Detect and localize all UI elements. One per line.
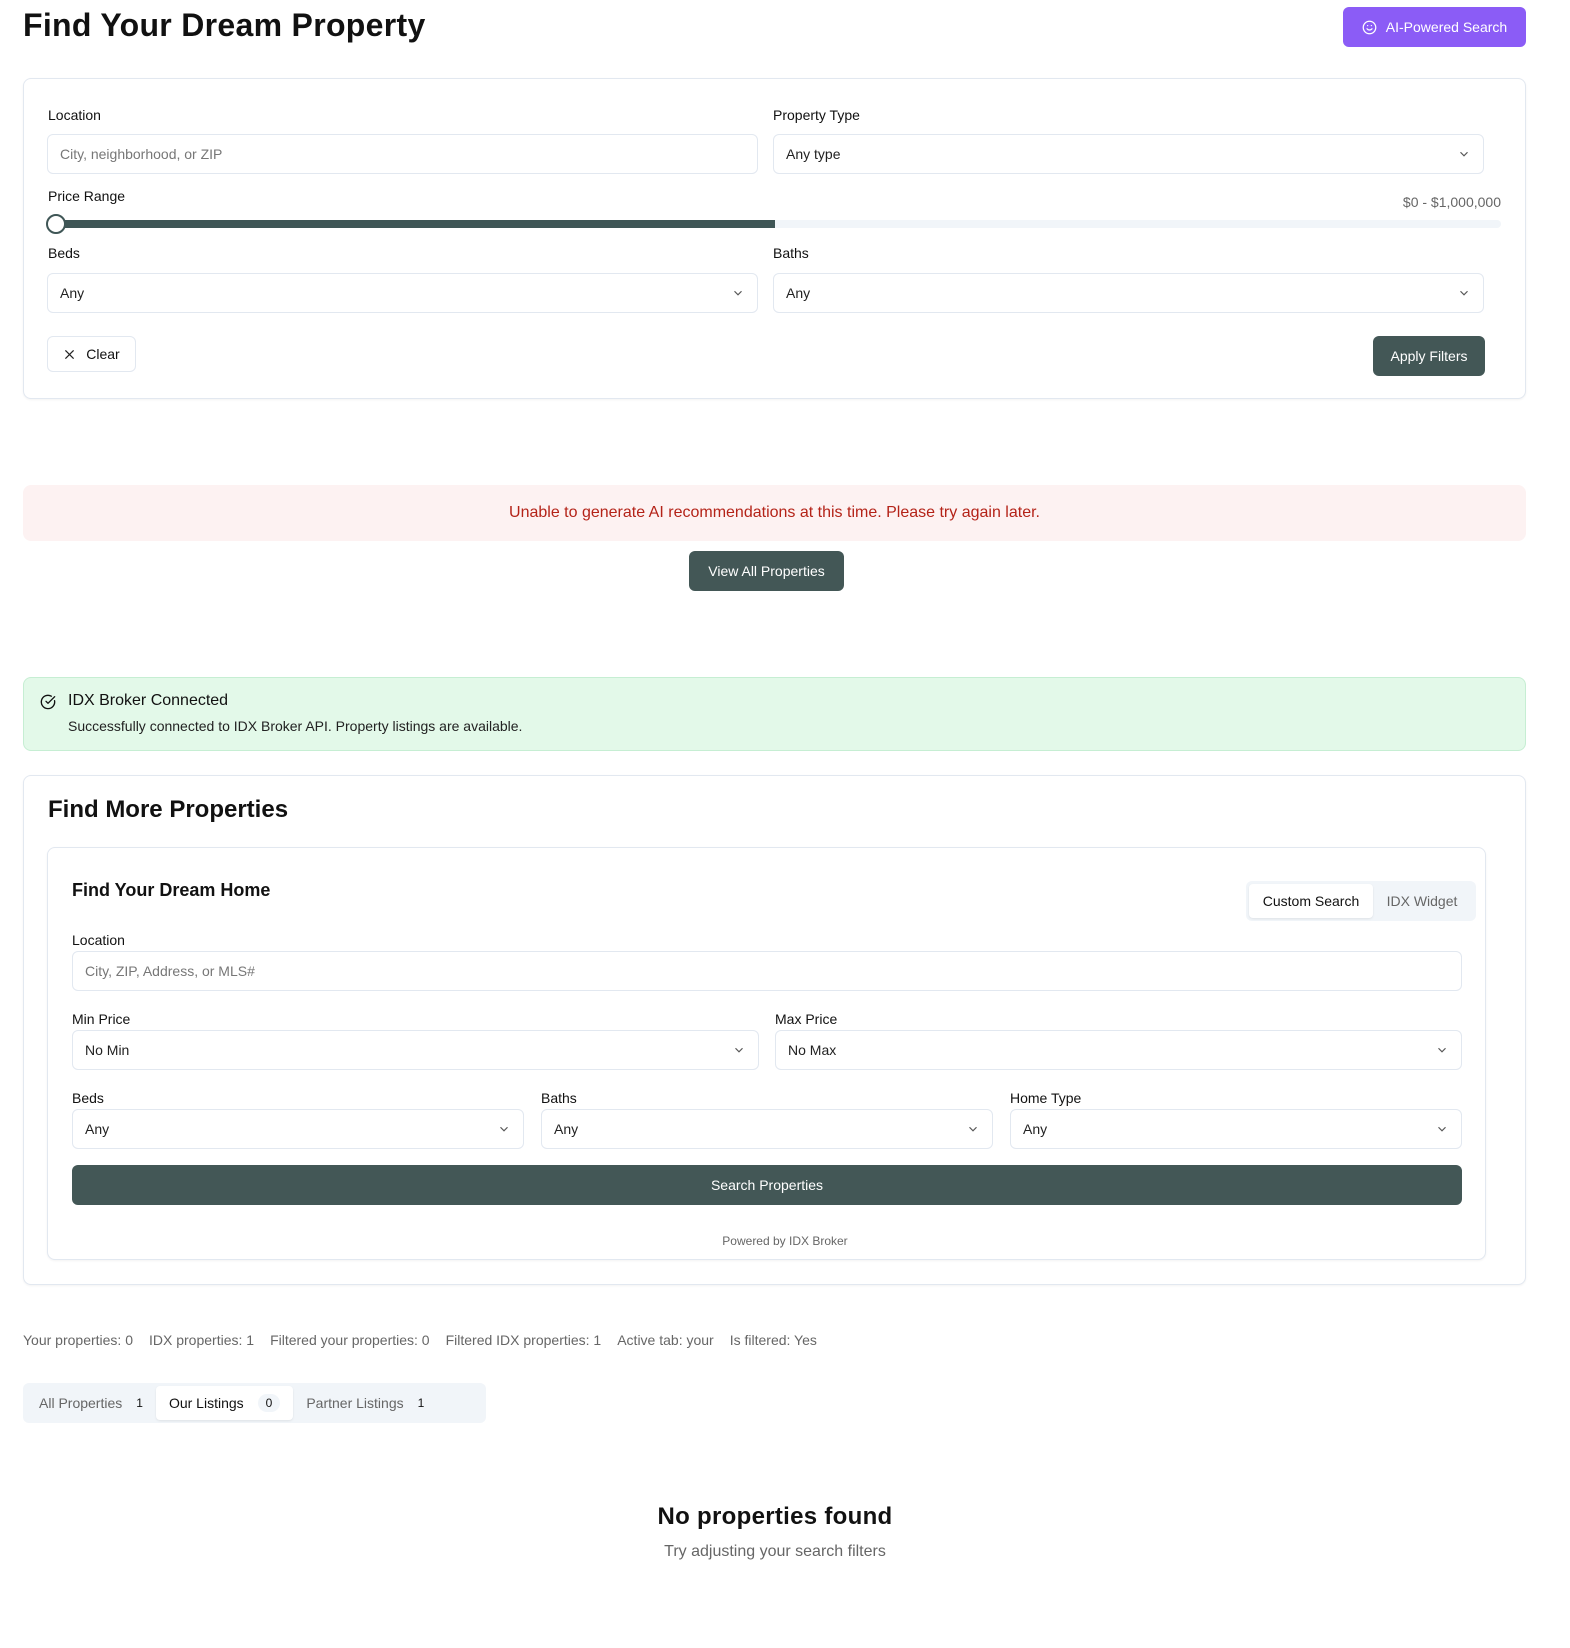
home-type-select[interactable]: Any [1010,1109,1462,1149]
idx-connected-alert: IDX Broker Connected Successfully connec… [23,677,1526,751]
beds-select[interactable]: Any [47,273,758,313]
clear-button[interactable]: Clear [47,336,136,372]
ai-error-message: Unable to generate AI recommendations at… [509,504,1040,521]
tab-label: Our Listings [168,1395,244,1411]
min-price-label: Min Price [72,1011,131,1027]
idx-beds-select[interactable]: Any [72,1109,524,1149]
find-more-title: Find More Properties [48,796,289,823]
idx-status-title: IDX Broker Connected [68,692,229,709]
baths-value: Any [786,285,811,301]
idx-location-input[interactable]: City, ZIP, Address, or MLS# [72,951,1462,991]
tab-count-badge: 0 [257,1394,281,1412]
home-type-label: Home Type [1010,1090,1082,1106]
tab-label: Partner Listings [306,1395,404,1411]
idx-beds-label: Beds [72,1090,104,1106]
min-price-select[interactable]: No Min [72,1030,759,1070]
beds-label: Beds [48,245,80,261]
tab-label: All Properties [39,1395,123,1411]
tab-all-properties[interactable]: All Properties 1 [26,1386,156,1420]
baths-label: Baths [773,245,809,261]
home-type-value: Any [1023,1121,1048,1137]
max-price-value: No Max [788,1042,837,1058]
property-type-select[interactable]: Any type [773,134,1484,174]
close-icon [65,349,75,359]
chevron-down-icon [1438,1047,1446,1053]
property-type-label: Property Type [773,107,860,123]
tab-partner-listings[interactable]: Partner Listings 1 [293,1386,437,1420]
chevron-down-icon [969,1126,977,1132]
price-range-value: $0 - $1,000,000 [1402,194,1501,210]
page-title: Find Your Dream Property [23,7,426,43]
tab-count-badge: 1 [417,1396,425,1410]
tab-our-listings[interactable]: Our Listings 0 [155,1386,294,1420]
empty-state-subtitle: Try adjusting your search filters [664,1543,886,1560]
idx-location-label: Location [72,932,125,948]
max-price-select[interactable]: No Max [775,1030,1462,1070]
min-price-value: No Min [85,1042,130,1058]
price-range-slider[interactable] [46,214,1501,234]
max-price-label: Max Price [775,1011,838,1027]
ai-error-alert: Unable to generate AI recommendations at… [23,485,1526,541]
stat-item: Your properties: 0 [23,1332,133,1348]
search-mode-toggle: Custom Search IDX Widget [1246,881,1476,921]
check-circle-icon [40,694,56,710]
chevron-down-icon [1438,1126,1446,1132]
filter-card [23,78,1526,399]
debug-stats: Your properties: 0 IDX properties: 1 Fil… [23,1332,817,1348]
tab-idx-widget[interactable]: IDX Widget [1373,884,1471,918]
idx-baths-value: Any [554,1121,579,1137]
location-label: Location [48,107,101,123]
chevron-down-icon [1460,151,1468,157]
chevron-down-icon [735,1047,743,1053]
stat-item: Filtered your properties: 0 [270,1332,430,1348]
location-input[interactable]: City, neighborhood, or ZIP [47,134,758,174]
view-all-properties-button[interactable]: View All Properties [689,551,844,591]
stat-item: IDX properties: 1 [149,1332,255,1348]
tab-count-badge: 1 [136,1396,143,1410]
apply-filters-button[interactable]: Apply Filters [1373,336,1485,376]
clear-label: Clear [86,346,120,362]
powered-by-text: Powered by IDX Broker [722,1234,848,1248]
baths-select[interactable]: Any [773,273,1484,313]
stat-item: Active tab: your [617,1332,714,1348]
empty-state-title: No properties found [657,1503,893,1530]
smile-icon [1362,20,1377,34]
idx-baths-label: Baths [541,1090,577,1106]
chevron-down-icon [734,290,742,296]
chevron-down-icon [1460,290,1468,296]
idx-status-description: Successfully connected to IDX Broker API… [68,718,523,734]
price-range-label: Price Range [48,188,126,204]
stat-item: Is filtered: Yes [729,1332,817,1348]
property-type-value: Any type [786,146,841,162]
slider-fill [48,220,775,228]
slider-thumb[interactable] [46,214,66,234]
ai-button-label: AI-Powered Search [1385,19,1508,35]
idx-beds-value: Any [85,1121,110,1137]
idx-search-title: Find Your Dream Home [72,880,271,900]
beds-value: Any [60,285,85,301]
stat-item: Filtered IDX properties: 1 [445,1332,602,1348]
idx-baths-select[interactable]: Any [541,1109,993,1149]
chevron-down-icon [500,1126,508,1132]
tab-custom-search[interactable]: Custom Search [1249,884,1373,918]
listing-tabs: All Properties 1 Our Listings 0 Partner … [23,1383,486,1423]
ai-powered-search-button[interactable]: AI-Powered Search [1343,7,1526,47]
search-properties-button[interactable]: Search Properties [72,1165,1462,1205]
